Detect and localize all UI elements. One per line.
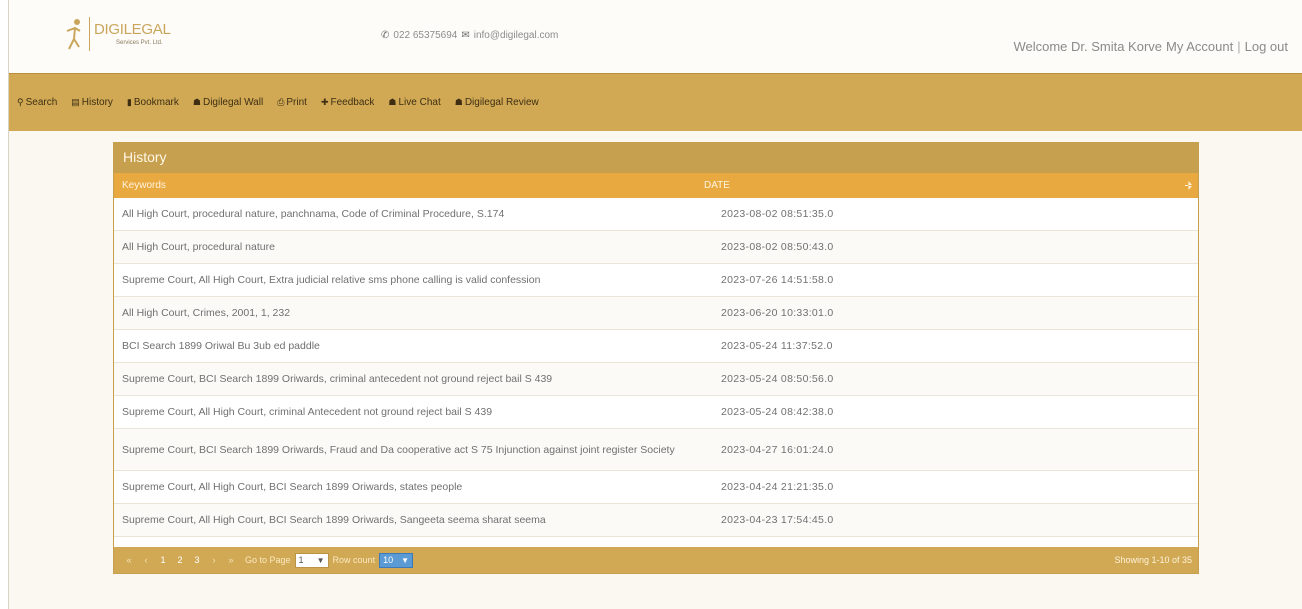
contact-info: ✆ 022 65375694 ✉ info@digilegal.com bbox=[381, 30, 558, 41]
pagination-bar: « ‹ 1 2 3 › » Go to Page 1 ▼ Row count 1… bbox=[114, 547, 1198, 573]
panel-title: History bbox=[114, 143, 1198, 173]
nav-label: History bbox=[81, 97, 113, 108]
chevron-down-icon: ▼ bbox=[316, 555, 325, 565]
print-icon: ⎙ bbox=[277, 97, 285, 107]
row-keywords: All High Court, procedural nature bbox=[122, 241, 275, 253]
row-keywords: Supreme Court, BCI Search 1899 Oriwards,… bbox=[122, 373, 553, 385]
row-keywords: Supreme Court, All High Court, Extra jud… bbox=[122, 274, 541, 286]
my-account-link[interactable]: My Account bbox=[1166, 39, 1233, 54]
row-date: 2023-07-26 14:51:58.0 bbox=[721, 274, 834, 286]
row-keywords: All High Court, procedural nature, panch… bbox=[122, 208, 505, 220]
prev-page-button[interactable]: ‹ bbox=[139, 553, 153, 567]
page-select-value: 1 bbox=[298, 555, 304, 565]
nav-label: Digilegal Wall bbox=[202, 97, 264, 108]
user-area: Welcome Dr. Smita Korve My Account | Log… bbox=[1013, 39, 1288, 54]
nav-bookmark[interactable]: ▮ Bookmark bbox=[127, 97, 179, 108]
logo-subtitle: Services Pvt. Ltd. bbox=[116, 40, 163, 46]
table-row[interactable]: Supreme Court, All High Court, BCI Searc… bbox=[114, 504, 1198, 537]
row-keywords: BCI Search 1899 Oriwal Bu 3ub ed paddle bbox=[122, 340, 320, 352]
email-icon: ✉ bbox=[461, 30, 470, 41]
table-header: Keywords DATE bbox=[114, 173, 1198, 198]
nav-history[interactable]: ▤ History bbox=[71, 97, 113, 108]
row-count-value: 10 bbox=[383, 555, 394, 565]
nav-label: Bookmark bbox=[133, 97, 179, 108]
next-page-button[interactable]: › bbox=[207, 553, 221, 567]
page-number-button[interactable]: 2 bbox=[173, 553, 187, 567]
table-row[interactable]: Supreme Court, All High Court, criminal … bbox=[114, 396, 1198, 429]
row-date: 2023-06-20 10:33:01.0 bbox=[721, 307, 834, 319]
history-table-body: All High Court, procedural nature, panch… bbox=[114, 198, 1198, 537]
logo-name: DIGILEGAL bbox=[94, 21, 171, 38]
last-page-button[interactable]: » bbox=[224, 553, 238, 567]
page-select[interactable]: 1 ▼ bbox=[294, 552, 329, 568]
header: DIGILEGAL Services Pvt. Ltd. ✆ 022 65375… bbox=[9, 0, 1302, 73]
row-date: 2023-08-02 08:51:35.0 bbox=[721, 208, 834, 220]
row-keywords: Supreme Court, All High Court, criminal … bbox=[122, 406, 493, 418]
search-icon: ⚲ bbox=[17, 97, 24, 107]
table-row[interactable]: All High Court, procedural nature 2023-0… bbox=[114, 231, 1198, 264]
row-date: 2023-05-24 11:37:52.0 bbox=[721, 340, 833, 352]
page-number-button[interactable]: 3 bbox=[190, 553, 204, 567]
row-date: 2023-04-24 21:21:35.0 bbox=[721, 481, 834, 493]
nav-label: Search bbox=[25, 97, 58, 108]
row-keywords: Supreme Court, All High Court, BCI Searc… bbox=[122, 481, 463, 493]
email-address[interactable]: info@digilegal.com bbox=[474, 30, 559, 41]
table-row[interactable]: All High Court, procedural nature, panch… bbox=[114, 198, 1198, 231]
feedback-icon: ✚ bbox=[320, 97, 329, 107]
chevron-down-icon: ▼ bbox=[401, 555, 410, 565]
nav-digilegal-review[interactable]: ☗ Digilegal Review bbox=[455, 97, 539, 108]
table-row[interactable]: All High Court, Crimes, 2001, 1, 232 202… bbox=[114, 297, 1198, 330]
table-row[interactable]: Supreme Court, BCI Search 1899 Oriwards,… bbox=[114, 429, 1198, 471]
goto-page-label: Go to Page bbox=[245, 555, 291, 565]
history-panel: History Keywords DATE All High Court, pr… bbox=[113, 142, 1199, 574]
row-keywords: Supreme Court, All High Court, BCI Searc… bbox=[122, 514, 546, 526]
nav-digilegal-wall[interactable]: ☗ Digilegal Wall bbox=[193, 97, 263, 108]
nav-print[interactable]: ⎙ Print bbox=[277, 97, 307, 108]
nav-label: Print bbox=[286, 97, 307, 108]
welcome-text: Welcome Dr. Smita Korve bbox=[1013, 39, 1163, 54]
row-date: 2023-04-27 16:01:24.0 bbox=[721, 443, 834, 456]
table-row[interactable]: Supreme Court, BCI Search 1899 Oriwards,… bbox=[114, 363, 1198, 396]
first-page-button[interactable]: « bbox=[122, 553, 136, 567]
table-row[interactable]: Supreme Court, All High Court, BCI Searc… bbox=[114, 471, 1198, 504]
column-header-keywords[interactable]: Keywords bbox=[114, 180, 700, 191]
phone-number: 022 65375694 bbox=[393, 30, 458, 41]
chat-icon: ☗ bbox=[388, 97, 397, 107]
row-date: 2023-05-24 08:50:56.0 bbox=[721, 373, 834, 385]
phone-icon: ✆ bbox=[381, 30, 390, 41]
logo-divider bbox=[89, 17, 90, 51]
nav-label: Feedback bbox=[330, 97, 375, 108]
window-frame-left bbox=[0, 0, 9, 609]
review-icon: ☗ bbox=[454, 97, 463, 107]
logout-link[interactable]: Log out bbox=[1245, 39, 1288, 54]
user-separator: | bbox=[1237, 39, 1241, 54]
history-icon: ▤ bbox=[71, 97, 80, 107]
nav-search[interactable]: ⚲ Search bbox=[17, 97, 57, 108]
row-keywords: All High Court, Crimes, 2001, 1, 232 bbox=[122, 307, 291, 319]
row-date: 2023-08-02 08:50:43.0 bbox=[721, 241, 834, 253]
logo-text: DIGILEGAL Services Pvt. Ltd. bbox=[94, 22, 171, 46]
nav-label: Live Chat bbox=[398, 97, 441, 108]
nav-live-chat[interactable]: ☗ Live Chat bbox=[388, 97, 440, 108]
row-count-select[interactable]: 10 ▼ bbox=[379, 552, 414, 568]
row-keywords: Supreme Court, BCI Search 1899 Oriwards,… bbox=[122, 443, 675, 456]
row-date: 2023-04-23 17:54:45.0 bbox=[721, 514, 834, 526]
showing-count: Showing 1-10 of 35 bbox=[1114, 555, 1192, 565]
nav-feedback[interactable]: ✚ Feedback bbox=[321, 97, 374, 108]
logo-figure-icon bbox=[63, 17, 85, 51]
row-date: 2023-05-24 08:42:38.0 bbox=[721, 406, 834, 418]
sort-icon[interactable] bbox=[1185, 181, 1192, 190]
nav-label: Digilegal Review bbox=[464, 97, 539, 108]
logo[interactable]: DIGILEGAL Services Pvt. Ltd. bbox=[63, 14, 171, 54]
bookmark-icon: ▮ bbox=[126, 97, 132, 107]
wall-icon: ☗ bbox=[192, 97, 201, 107]
table-row[interactable]: BCI Search 1899 Oriwal Bu 3ub ed paddle … bbox=[114, 330, 1198, 363]
page-number-button[interactable]: 1 bbox=[156, 553, 170, 567]
column-header-date[interactable]: DATE bbox=[700, 180, 1180, 191]
table-row[interactable]: Supreme Court, All High Court, Extra jud… bbox=[114, 264, 1198, 297]
main-navbar: ⚲ Search ▤ History ▮ Bookmark ☗ Digilega… bbox=[9, 73, 1302, 131]
row-count-label: Row count bbox=[332, 555, 376, 565]
